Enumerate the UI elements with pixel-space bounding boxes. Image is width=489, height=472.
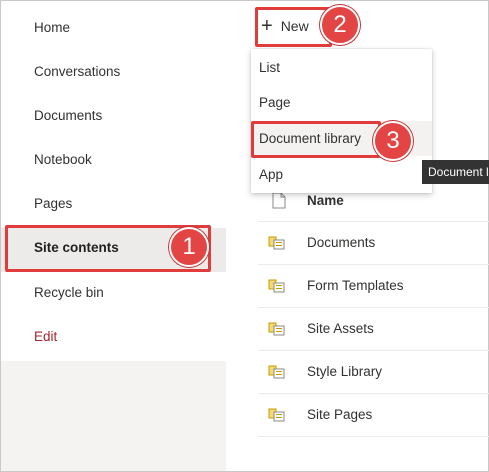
menu-item-page[interactable]: Page xyxy=(251,85,432,120)
row-name: Form Templates xyxy=(307,278,404,293)
row-name: Documents xyxy=(307,235,376,250)
sidebar-edit-link[interactable]: Edit xyxy=(34,329,57,344)
menu-item-list[interactable]: List xyxy=(251,50,432,85)
annotation-badge-3: 3 xyxy=(373,121,413,161)
document-icon xyxy=(272,192,286,209)
column-header-name[interactable]: Name xyxy=(307,193,344,208)
row-name: Style Library xyxy=(307,364,383,379)
library-icon xyxy=(268,322,285,336)
annotation-badge-2: 2 xyxy=(320,5,360,45)
sidebar-item-recycle-bin[interactable]: Recycle bin xyxy=(34,285,104,300)
library-icon xyxy=(268,279,285,293)
row-name: Site Pages xyxy=(307,407,373,422)
menu-item-app[interactable]: App xyxy=(251,157,432,192)
table-row[interactable]: Site Pages xyxy=(258,394,489,437)
annotation-badge-1: 1 xyxy=(169,227,209,267)
sidebar-item-pages[interactable]: Pages xyxy=(34,196,72,211)
library-icon xyxy=(268,408,285,422)
nav-panel xyxy=(1,1,226,361)
tooltip: Document library xyxy=(422,160,489,184)
sidebar-item-home[interactable]: Home xyxy=(34,20,70,35)
library-icon xyxy=(268,236,285,250)
table-row[interactable]: Site Assets xyxy=(258,308,489,351)
table-row[interactable]: Form Templates xyxy=(258,265,489,308)
sidebar-item-documents[interactable]: Documents xyxy=(34,108,102,123)
table-row[interactable]: Style Library xyxy=(258,351,489,394)
sidebar-item-notebook[interactable]: Notebook xyxy=(34,152,92,167)
sidebar-item-conversations[interactable]: Conversations xyxy=(34,64,120,79)
row-name: Site Assets xyxy=(307,321,374,336)
table-row[interactable]: Documents xyxy=(258,222,489,265)
annotation-highlight-document-library xyxy=(251,121,381,158)
library-icon xyxy=(268,365,285,379)
